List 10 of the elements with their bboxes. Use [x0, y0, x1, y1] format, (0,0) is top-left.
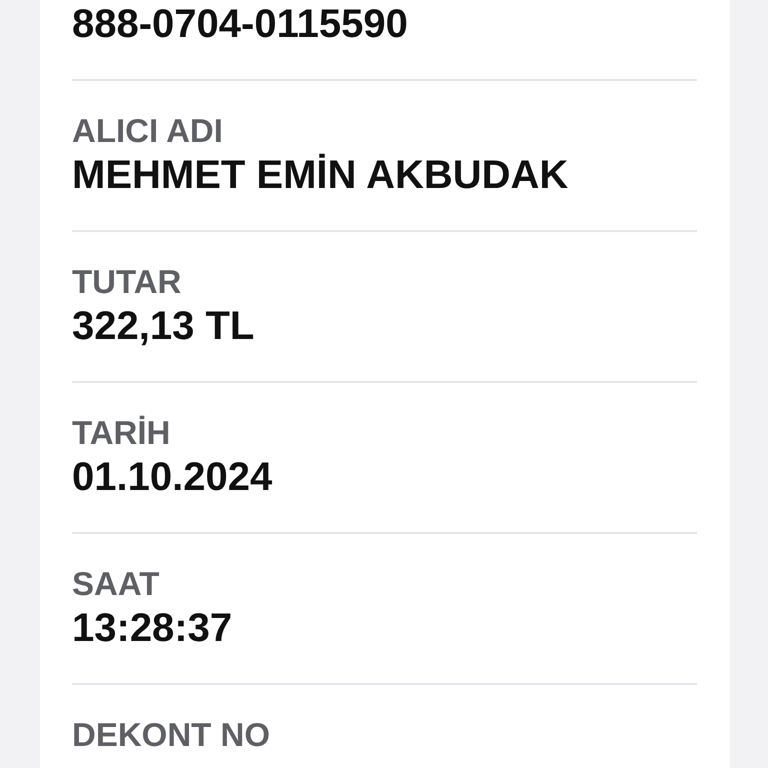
field-value: 888-0704-0115590	[72, 1, 408, 48]
field-value: 322,13 TL	[72, 303, 254, 350]
field-value: MEHMET EMİN AKBUDAK	[72, 152, 568, 199]
field-value: 13:28:37	[72, 605, 232, 652]
field-label: TARİH	[72, 413, 170, 453]
field-label: DEKONT NO	[72, 715, 270, 755]
field-label: TUTAR	[72, 262, 182, 302]
field-label: ALICI ADI	[72, 111, 223, 151]
field-value: 01.10.2024	[72, 454, 272, 501]
field-label: SAAT	[72, 564, 160, 604]
